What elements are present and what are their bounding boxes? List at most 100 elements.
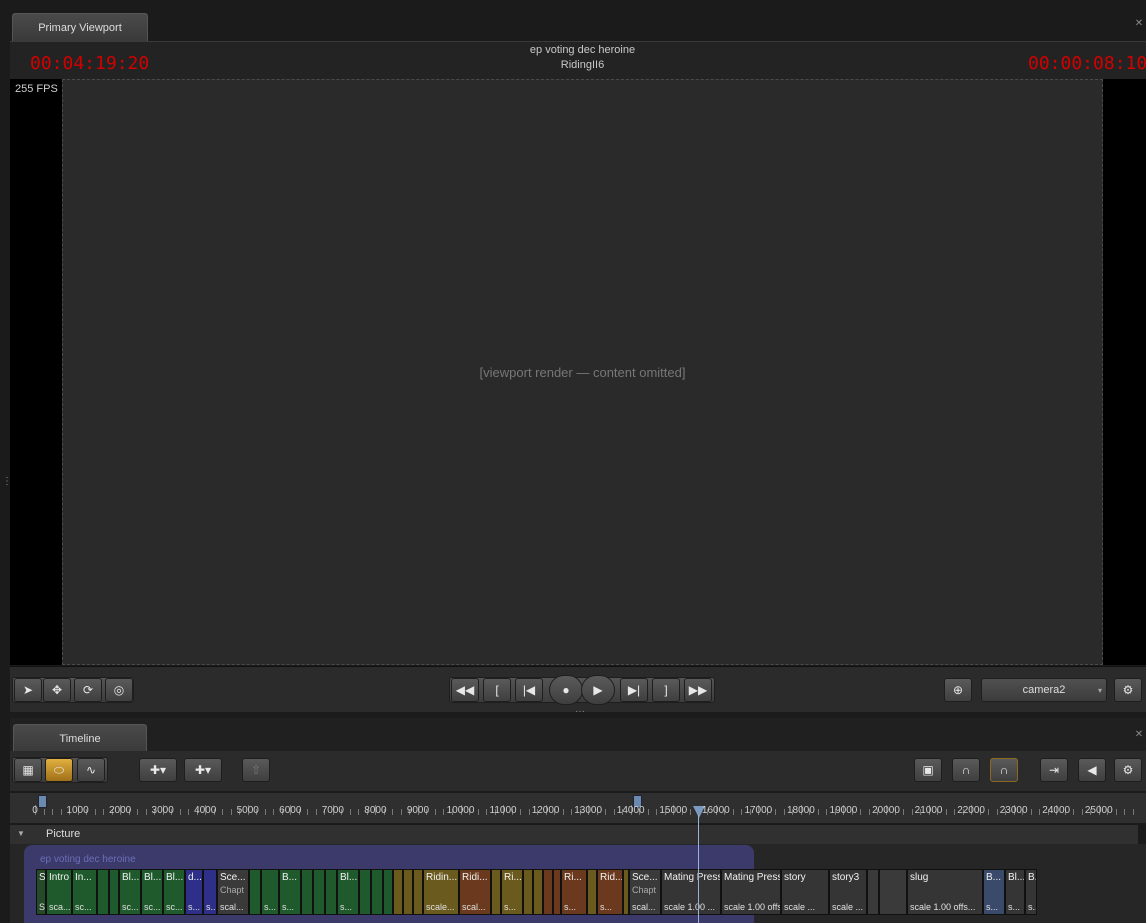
- viewport-canvas[interactable]: [viewport render — content omitted]: [10, 79, 1146, 665]
- timeline-clip[interactable]: Bl... s...: [337, 869, 359, 915]
- playhead-line: [698, 815, 699, 923]
- move-icon[interactable]: ✥: [43, 678, 71, 702]
- target-icon[interactable]: ◎: [105, 678, 133, 702]
- ruler-tick: [690, 809, 692, 815]
- ruler-tick: [307, 809, 309, 815]
- mark-in-icon[interactable]: [: [483, 678, 511, 702]
- clip-info: s...: [1028, 902, 1036, 912]
- timeline-clip[interactable]: [587, 869, 597, 915]
- timeline-clip[interactable]: [533, 869, 543, 915]
- ruler-label: 11000: [489, 805, 517, 816]
- ruler-label: 5000: [236, 805, 259, 816]
- timeline-clip[interactable]: Sce... Chapt scal...: [629, 869, 661, 915]
- prev-frame-icon[interactable]: |◀: [515, 678, 543, 702]
- timeline-clip[interactable]: [325, 869, 337, 915]
- rotate-icon[interactable]: ⟳: [74, 678, 102, 702]
- sequence-label: ep voting dec heroine: [40, 854, 136, 865]
- close-timeline-icon[interactable]: ✕: [1133, 729, 1145, 741]
- timeline-clip[interactable]: Bl... sc...: [141, 869, 163, 915]
- clip-title: story3: [832, 872, 860, 883]
- timeline-clip[interactable]: s...: [261, 869, 279, 915]
- timeline-clip[interactable]: Mating Press2 scale 1.00 offs...: [721, 869, 781, 915]
- timeline-clip[interactable]: B... s...: [279, 869, 301, 915]
- timeline-clip[interactable]: [491, 869, 501, 915]
- add-marker-icon[interactable]: ✚▾: [139, 758, 177, 782]
- eye-icon[interactable]: ⬭: [45, 758, 73, 782]
- timeline-clip[interactable]: In... sc...: [72, 869, 97, 915]
- magnet-icon[interactable]: ∩: [952, 758, 980, 782]
- chevron-down-icon: ▾: [1097, 685, 1102, 695]
- timeline-clip[interactable]: [879, 869, 907, 915]
- timeline-clip[interactable]: B... s...: [983, 869, 1005, 915]
- next-frame-icon[interactable]: ▶|: [620, 678, 648, 702]
- collapse-triangle-icon[interactable]: ▼: [17, 829, 25, 838]
- timeline-clip[interactable]: [553, 869, 561, 915]
- timeline-clip[interactable]: d... s...: [185, 869, 203, 915]
- camera-dropdown[interactable]: camera2 ▾: [981, 678, 1107, 702]
- timeline-clip[interactable]: slug scale 1.00 offs...: [907, 869, 983, 915]
- timeline-clip[interactable]: Mating Press scale 1.00 ...: [661, 869, 721, 915]
- timeline-clip[interactable]: [97, 869, 109, 915]
- timeline-clip[interactable]: Ridin... scale...: [423, 869, 459, 915]
- rewind-icon[interactable]: ◀◀: [451, 678, 479, 702]
- timeline-clip[interactable]: Bl... sc...: [119, 869, 141, 915]
- splitter-handle-icon[interactable]: ⋮: [2, 476, 12, 487]
- clip-title: Intro: [49, 872, 70, 883]
- timeline-clip[interactable]: Intro sca...: [46, 869, 72, 915]
- ruler-label: 2000: [108, 805, 132, 816]
- timeline-clip[interactable]: [543, 869, 553, 915]
- add-clip-icon[interactable]: ✚▾: [184, 758, 222, 782]
- lock-icon[interactable]: ▣: [914, 758, 942, 782]
- mark-out-icon[interactable]: ]: [652, 678, 680, 702]
- close-viewport-icon[interactable]: ✕: [1133, 18, 1145, 30]
- timeline-clip[interactable]: Sce... Chapt scal...: [217, 869, 249, 915]
- ruler-tick: [954, 809, 956, 815]
- timeline-clip[interactable]: Ri... s...: [501, 869, 523, 915]
- ruler-tick: [477, 809, 479, 815]
- film-icon[interactable]: ▦: [14, 758, 42, 782]
- clip-subtitle: Chapt: [220, 885, 245, 895]
- tab-primary-viewport[interactable]: Primary Viewport: [12, 13, 148, 41]
- splitter-handle-icon[interactable]: ···: [575, 706, 585, 717]
- ruler-tick: [528, 809, 530, 815]
- arrow-select-icon[interactable]: ➤: [14, 678, 42, 702]
- timeline-clip[interactable]: [109, 869, 119, 915]
- lift-icon[interactable]: ⇧: [242, 758, 270, 782]
- timecode-left: 00:04:19:20: [30, 53, 150, 74]
- crosshair-icon[interactable]: ⊕: [944, 678, 972, 702]
- timeline-clip[interactable]: Ri... s...: [561, 869, 587, 915]
- timeline-clip[interactable]: [249, 869, 261, 915]
- speaker-icon[interactable]: ◀: [1078, 758, 1106, 782]
- ruler-tick: [137, 809, 139, 815]
- timeline-clip[interactable]: Bl... s...: [1005, 869, 1025, 915]
- go-to-end-icon[interactable]: ⇥: [1040, 758, 1068, 782]
- timeline-clip[interactable]: s...: [203, 869, 217, 915]
- timeline-clip[interactable]: [371, 869, 383, 915]
- play-icon[interactable]: ▶: [581, 675, 615, 705]
- timeline-clip[interactable]: Bl... sc...: [163, 869, 185, 915]
- gear-icon[interactable]: ⚙: [1114, 678, 1142, 702]
- clip-title: Bl...: [122, 872, 140, 883]
- in-marker[interactable]: [38, 795, 47, 808]
- timeline-clip[interactable]: [301, 869, 313, 915]
- timeline-clip[interactable]: [523, 869, 533, 915]
- fast-forward-icon[interactable]: ▶▶: [684, 678, 712, 702]
- gear-icon[interactable]: ⚙: [1114, 758, 1142, 782]
- timeline-clip[interactable]: [867, 869, 879, 915]
- timeline-clip[interactable]: [359, 869, 371, 915]
- waveform-icon[interactable]: ∿: [77, 758, 105, 782]
- timeline-clip[interactable]: SS: [36, 869, 46, 915]
- timeline-clip[interactable]: Ridi... scal...: [459, 869, 491, 915]
- stop-icon[interactable]: ●: [549, 675, 583, 705]
- timeline-clip[interactable]: [393, 869, 403, 915]
- timeline-clip[interactable]: [383, 869, 393, 915]
- timeline-clip[interactable]: story scale ...: [781, 869, 829, 915]
- timeline-clip[interactable]: B... s...: [1025, 869, 1037, 915]
- timeline-clip[interactable]: story3 scale ...: [829, 869, 867, 915]
- timeline-clip[interactable]: [313, 869, 325, 915]
- timeline-clip[interactable]: Rid... s...: [597, 869, 623, 915]
- timeline-clip[interactable]: [413, 869, 423, 915]
- timeline-clip[interactable]: [403, 869, 413, 915]
- magnet-active-icon[interactable]: ∩: [990, 758, 1018, 782]
- tab-timeline[interactable]: Timeline: [13, 724, 147, 752]
